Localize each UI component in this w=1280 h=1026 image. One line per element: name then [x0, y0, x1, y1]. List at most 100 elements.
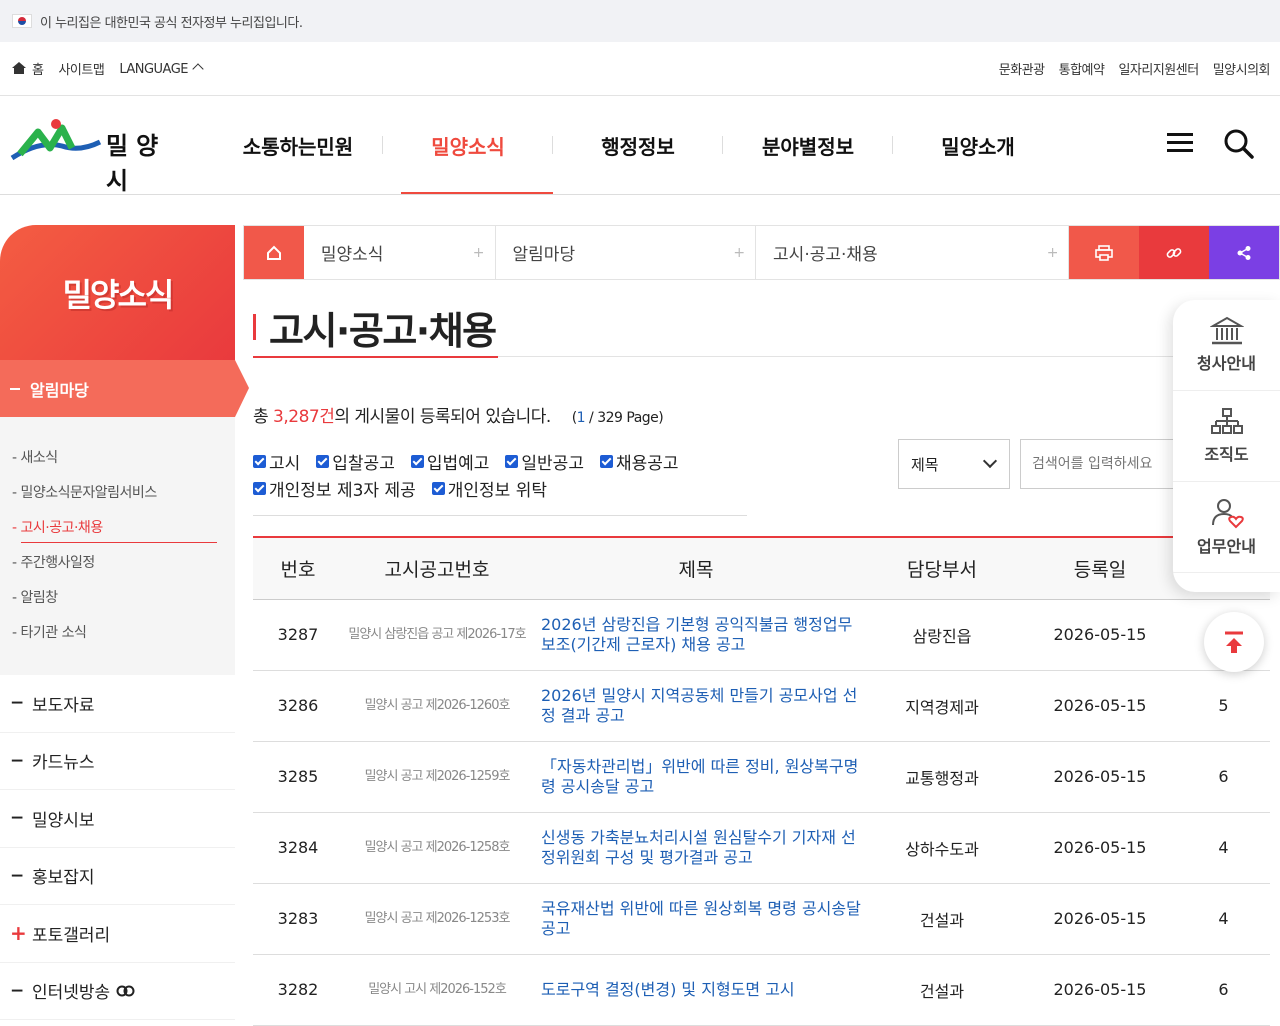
- quick-work-guide[interactable]: 업무안내: [1173, 482, 1280, 573]
- filter-legislation[interactable]: 입법예고: [410, 449, 489, 474]
- arrow-up-icon: [1225, 631, 1243, 653]
- checkbox-checked-icon: [505, 455, 519, 468]
- home-link[interactable]: 홈: [12, 59, 44, 78]
- sidebar-item-photo-gallery[interactable]: + 포토갤러리: [0, 905, 235, 963]
- table-row: 3286 밀양시 공고 제2026-1260호 2026년 밀양시 지역공동체 …: [253, 670, 1270, 742]
- table-row: 3285 밀양시 공고 제2026-1259호 「자동차관리법」위반에 따른 정…: [253, 741, 1270, 813]
- user-heart-icon: [1211, 499, 1244, 529]
- row-title-link[interactable]: 도로구역 결정(변경) 및 지형도면 고시: [531, 954, 861, 1026]
- col-date: 등록일: [1023, 536, 1177, 600]
- row-title-link[interactable]: 2026년 삼랑진읍 기본형 공익직불금 행정업무 보조(기간제 근로자) 채용…: [531, 599, 861, 671]
- quick-city-hall-info[interactable]: 청사안내: [1173, 300, 1280, 391]
- table-row: 3287 밀양시 삼랑진읍 공고 제2026-17호 2026년 삼랑진읍 기본…: [253, 599, 1270, 671]
- filter-bid[interactable]: 입찰공고: [316, 449, 395, 474]
- table-row: 3282 밀양시 고시 제2026-152호 도로구역 결정(변경) 및 지형도…: [253, 954, 1270, 1026]
- plus-icon: +: [1046, 244, 1059, 261]
- row-title-link[interactable]: 「자동차관리법」위반에 따른 정비, 원상복구명령 공시송달 공고: [531, 741, 861, 813]
- checkbox-checked-icon: [410, 455, 424, 468]
- quick-org-chart[interactable]: 조직도: [1173, 391, 1280, 482]
- col-doc-number: 고시공고번호: [343, 536, 531, 600]
- filter-consignment[interactable]: 개인정보 위탁: [431, 476, 547, 501]
- sidebar-item-notice[interactable]: 알림마당: [0, 360, 249, 417]
- home-icon: [12, 62, 26, 74]
- breadcrumb-level-2[interactable]: 알림마당 +: [496, 226, 757, 279]
- util-link-jobs[interactable]: 일자리지원센터: [1118, 59, 1199, 78]
- checkbox-checked-icon: [599, 455, 613, 468]
- row-title-link[interactable]: 국유재산법 위반에 따른 원상회복 명령 공시송달 공고: [531, 883, 861, 955]
- share-button[interactable]: [1209, 226, 1280, 279]
- sitemap-link[interactable]: 사이트맵: [58, 59, 104, 78]
- col-title: 제목: [531, 536, 861, 600]
- col-department: 담당부서: [861, 536, 1023, 600]
- breadcrumb-level-3[interactable]: 고시·공고·채용 +: [756, 226, 1070, 279]
- category-filters: 고시 입찰공고 입법예고 일반공고 채용공고 개인정보 제3자 제공 개인정보 …: [253, 448, 747, 516]
- sidebar-item-city-bulletin[interactable]: − 밀양시보: [0, 790, 235, 848]
- gov-banner-text: 이 누리집은 대한민국 공식 전자정부 누리집입니다.: [40, 15, 303, 31]
- filter-recruit[interactable]: 채용공고: [599, 449, 679, 474]
- announcement-table: 번호 고시공고번호 제목 담당부서 등록일 조회 3287 밀양시 삼랑진읍 공…: [253, 536, 1270, 1026]
- plus-icon: +: [472, 244, 485, 261]
- breadcrumb-level-1[interactable]: 밀양소식 +: [304, 226, 496, 279]
- home-icon: [266, 245, 281, 260]
- page-title: 고시·공고·채용: [253, 300, 497, 355]
- sidebar-item-card-news[interactable]: − 카드뉴스: [0, 733, 235, 790]
- utility-bar: 홈 사이트맵 LANGUAGE 문화관광 통합예약 일자리지원센터 밀양시의회: [0, 42, 1280, 96]
- breadcrumb-home[interactable]: [244, 226, 304, 279]
- building-icon: [1209, 316, 1244, 345]
- miryang-logo[interactable]: 밀양시: [10, 118, 195, 195]
- sidebar-title: 밀양소식: [0, 225, 235, 360]
- main-navigation: 밀양시 소통하는민원 밀양소식 행정정보 분야별정보 밀양소개: [0, 96, 1280, 195]
- submenu-sms-service[interactable]: - 밀양소식문자알림서비스: [12, 478, 235, 513]
- org-chart-icon: [1210, 408, 1243, 434]
- quick-menu: 청사안내 조직도 업무안내: [1173, 300, 1280, 592]
- sidebar-item-press[interactable]: − 보도자료: [0, 675, 235, 733]
- checkbox-checked-icon: [431, 482, 445, 495]
- link-icon: [1166, 247, 1182, 258]
- language-button[interactable]: LANGUAGE: [119, 61, 204, 77]
- logo-mark-icon: [10, 119, 102, 161]
- submenu-weekly-events[interactable]: - 주간행사일정: [12, 548, 235, 583]
- util-link-council[interactable]: 밀양시의회: [1213, 59, 1271, 78]
- submenu-notice-window[interactable]: - 알림창: [12, 583, 235, 618]
- table-header-row: 번호 고시공고번호 제목 담당부서 등록일 조회: [253, 536, 1270, 600]
- filter-third-party[interactable]: 개인정보 제3자 제공: [253, 476, 416, 501]
- menu-about-miryang[interactable]: 밀양소개: [893, 96, 1063, 194]
- scroll-top-button[interactable]: [1204, 612, 1264, 672]
- print-icon: [1095, 244, 1114, 261]
- menu-admin-info[interactable]: 행정정보: [553, 96, 723, 194]
- checkbox-checked-icon: [316, 455, 330, 468]
- submenu-news[interactable]: - 새소식: [12, 443, 235, 478]
- checkbox-checked-icon: [253, 482, 266, 495]
- sidebar-item-internet-broadcast[interactable]: − 인터넷방송: [0, 963, 235, 1020]
- checkbox-checked-icon: [253, 455, 266, 468]
- print-button[interactable]: [1069, 226, 1140, 279]
- gov-banner: 이 누리집은 대한민국 공식 전자정부 누리집입니다.: [0, 0, 1280, 42]
- row-title-link[interactable]: 신생동 가축분뇨처리시설 원심탈수기 기자재 선정위원회 구성 및 평가결과 공…: [531, 812, 861, 884]
- korea-flag-icon: [12, 14, 32, 28]
- search-field-select[interactable]: 제목: [898, 439, 1010, 489]
- breadcrumb: 밀양소식 + 알림마당 + 고시·공고·채용 +: [243, 225, 1280, 280]
- sidebar-submenu: - 새소식 - 밀양소식문자알림서비스 - 고시·공고·채용 - 주간행사일정 …: [0, 417, 235, 675]
- sidebar-item-pr-magazine[interactable]: − 홍보잡지: [0, 848, 235, 905]
- submenu-announcements[interactable]: - 고시·공고·채용: [12, 513, 235, 548]
- total-count-text: 총 3,287건의 게시물이 등록되어 있습니다. (1 / 329 Page): [253, 407, 664, 427]
- menu-miryang-news[interactable]: 밀양소식: [383, 96, 553, 194]
- filter-notice[interactable]: 고시: [253, 449, 300, 474]
- search-icon[interactable]: [1223, 128, 1255, 160]
- row-title-link[interactable]: 2026년 밀양시 지역공동체 만들기 공모사업 선정 결과 공고: [531, 670, 861, 742]
- left-sidebar: 밀양소식 알림마당 - 새소식 - 밀양소식문자알림서비스 - 고시·공고·채용…: [0, 225, 249, 1025]
- title-divider-accent: [253, 356, 498, 358]
- share-icon: [1237, 245, 1251, 260]
- util-link-reservation[interactable]: 통합예약: [1059, 59, 1105, 78]
- logo-text: 밀양시: [106, 132, 167, 195]
- hamburger-menu-icon[interactable]: [1167, 133, 1193, 153]
- copy-link-button[interactable]: [1139, 226, 1210, 279]
- chevron-down-icon: [982, 453, 998, 469]
- chevron-up-icon: [192, 62, 204, 75]
- util-link-culture[interactable]: 문화관광: [999, 59, 1045, 78]
- menu-civil-service[interactable]: 소통하는민원: [213, 96, 383, 194]
- filter-general[interactable]: 일반공고: [505, 449, 584, 474]
- submenu-other-agencies[interactable]: - 타기관 소식: [12, 618, 235, 653]
- col-number: 번호: [253, 536, 343, 600]
- menu-field-info[interactable]: 분야별정보: [723, 96, 893, 194]
